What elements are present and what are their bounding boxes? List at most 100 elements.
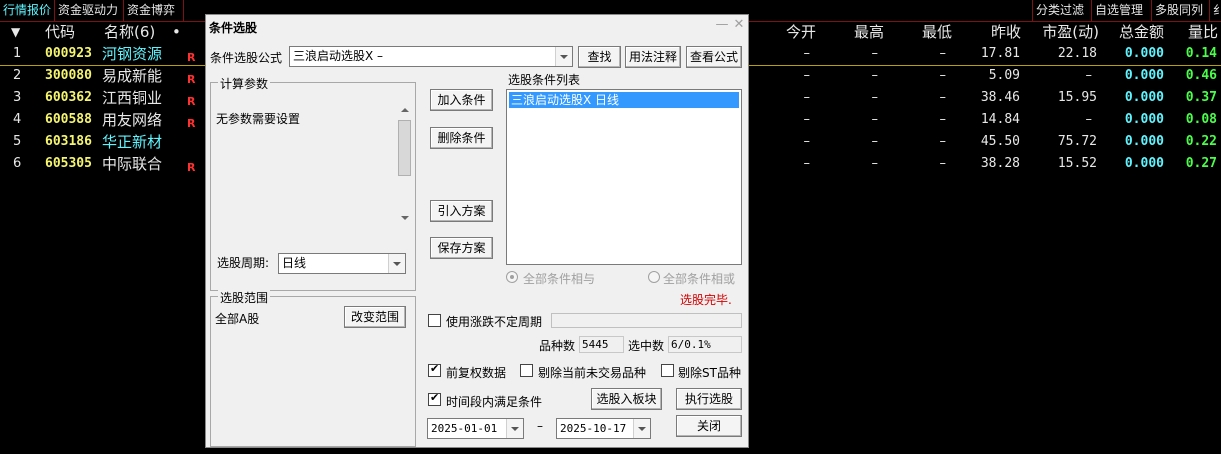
high-value: – [871,134,879,149]
open-value: – [803,68,811,83]
params-scrollbar[interactable] [397,103,413,225]
exclude-st-label: 剔除ST品种 [678,366,741,380]
period-label: 选股周期: [217,256,270,270]
exclude-untraded-label: 剔除当前未交易品种 [538,366,647,380]
scroll-down-icon[interactable] [397,211,413,225]
dialog-title: 条件选股 [209,21,258,35]
scope-value: 全部A股 [215,312,260,326]
params-text: 无参数需要设置 [216,112,301,126]
time-range-label: 时间段内满足条件 [446,395,543,409]
tab-multi-stock[interactable]: 多股同列 [1152,0,1210,21]
find-button[interactable]: 查找 [578,46,621,68]
open-value: – [803,112,811,127]
col-low[interactable]: 最低 [906,22,952,43]
tab-category-filter[interactable]: 分类过滤 [1032,0,1092,21]
row-index: 3 [13,90,22,105]
close-button[interactable]: 关闭 [676,415,742,437]
tab-fund-game[interactable]: 资金博弈 [124,0,184,21]
scroll-up-icon[interactable] [397,103,413,117]
end-date-picker[interactable]: 2025-10-17 [556,418,651,439]
low-value: – [939,134,947,149]
high-value: – [871,46,879,61]
and-radio-label: 全部条件相与 [523,272,596,286]
row-index: 5 [13,134,22,149]
col-dot: • [172,23,181,41]
or-radio[interactable] [648,271,660,283]
tab-quotes[interactable]: 行情报价 [0,0,55,21]
forward-adjust-checkbox[interactable] [428,362,441,377]
amount-value: 0.000 [1124,156,1164,171]
minimize-icon[interactable]: — [714,17,730,33]
condition-list[interactable]: 三浪启动选股X 日线 [506,89,742,265]
col-prev-close[interactable]: 昨收 [975,22,1021,43]
exclude-untraded-checkbox[interactable] [520,364,533,377]
prev-close-value: 45.50 [980,134,1020,149]
or-radio-label: 全部条件相或 [663,272,736,286]
save-plan-button[interactable]: 保存方案 [430,237,493,259]
delete-condition-button[interactable]: 删除条件 [430,127,493,149]
col-high[interactable]: 最高 [838,22,884,43]
usage-note-button[interactable]: 用法注释 [625,46,681,68]
period-select[interactable]: 日线 [278,253,406,274]
condition-list-item[interactable]: 三浪启动选股X 日线 [509,92,739,108]
formula-label: 条件选股公式 [210,51,283,65]
chevron-down-icon[interactable] [388,254,405,273]
to-block-button[interactable]: 选股入板块 [591,388,662,410]
tab-watchlist-manage[interactable]: 自选管理 [1092,0,1152,21]
col-code[interactable]: 代码 [45,22,75,43]
high-value: – [871,90,879,105]
low-value: – [939,90,947,105]
condition-stock-picker-dialog: 条件选股 — ✕ 条件选股公式 三浪启动选股X – 查找 用法注释 查看公式 计… [205,14,749,448]
tab-fund-drive[interactable]: 资金驱动力 [55,0,124,21]
chevron-down-icon[interactable] [633,419,650,438]
stock-name: 华正新材 [102,133,163,151]
view-formula-button[interactable]: 查看公式 [686,46,742,68]
stock-code: 300080 [45,68,92,83]
open-value: – [803,90,811,105]
dialog-title-bar[interactable]: 条件选股 — ✕ [206,15,748,37]
selected-field: 6/0.1% [668,336,742,353]
col-vol-ratio[interactable]: 量比 [1170,22,1218,43]
vol-ratio-value: 0.37 [1185,90,1217,105]
low-value: – [939,156,947,171]
amount-value: 0.000 [1124,112,1164,127]
open-value: – [803,46,811,61]
stock-code: 603186 [45,134,92,149]
col-name[interactable]: 名称(6) [104,22,155,43]
chevron-down-icon[interactable] [555,47,572,66]
prev-close-value: 38.46 [980,90,1020,105]
progress-bar [551,313,742,328]
params-group: 计算参数 无参数需要设置 选股周期: 日线 [210,75,416,291]
col-pe[interactable]: 市盈(动) [1025,22,1099,43]
stock-name: 江西铜业 [102,89,163,107]
col-amount[interactable]: 总金额 [1110,22,1164,43]
and-radio[interactable] [506,271,518,283]
selected-label: 选中数 [628,339,665,353]
row-index: 4 [13,112,22,127]
time-range-checkbox[interactable] [428,391,441,406]
row-index: 2 [13,68,22,83]
formula-value: 三浪启动选股X – [293,49,384,63]
sort-arrow-icon[interactable]: ▼ [11,22,20,43]
prev-close-value: 5.09 [988,68,1020,83]
chevron-down-icon[interactable] [506,419,523,438]
amount-value: 0.000 [1124,46,1164,61]
pe-value: 15.52 [1057,156,1097,171]
formula-select[interactable]: 三浪启动选股X – [289,46,573,67]
change-scope-button[interactable]: 改变范围 [344,306,406,328]
import-plan-button[interactable]: 引入方案 [430,200,493,222]
start-date-picker[interactable]: 2025-01-01 [427,418,524,439]
add-condition-button[interactable]: 加入条件 [430,89,493,111]
stock-code: 000923 [45,46,92,61]
scroll-thumb[interactable] [398,120,411,176]
exclude-st-checkbox[interactable] [661,364,674,377]
vol-ratio-value: 0.08 [1185,112,1217,127]
tab-overflow[interactable]: 纟 [1210,0,1221,21]
variable-period-checkbox[interactable] [428,314,441,327]
scope-group-label: 选股范围 [218,289,271,306]
close-icon[interactable]: ✕ [731,17,747,33]
col-open[interactable]: 今开 [770,22,816,43]
run-selection-button[interactable]: 执行选股 [676,388,742,410]
stock-code: 600362 [45,90,92,105]
variable-period-label: 使用涨跌不定周期 [446,315,543,329]
